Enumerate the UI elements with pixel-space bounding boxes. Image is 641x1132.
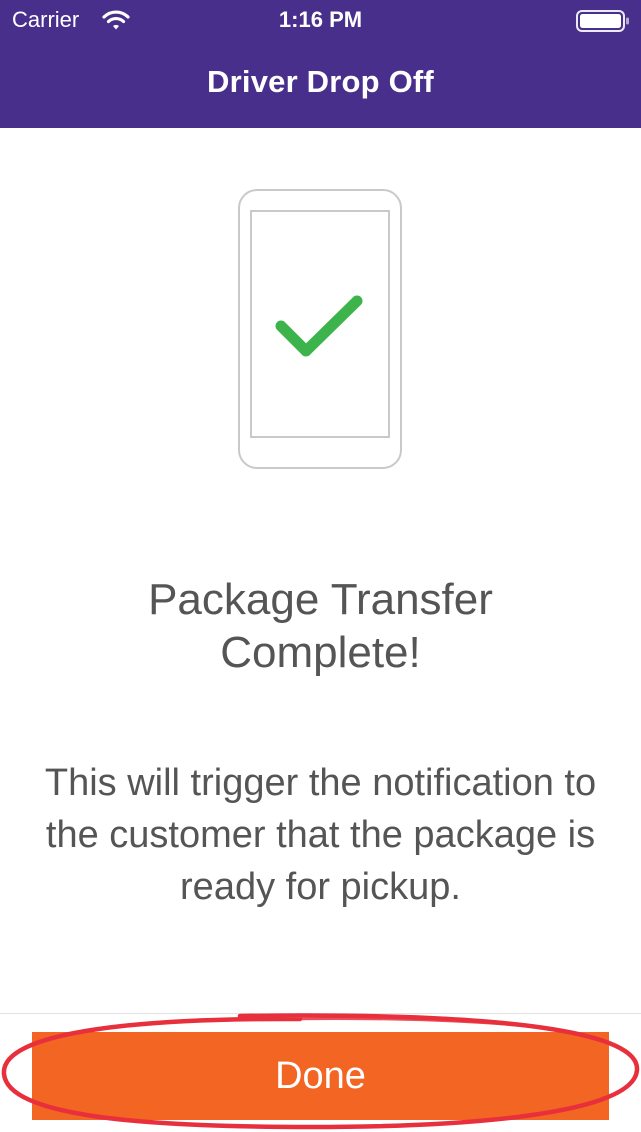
title-line-2: Complete! (220, 628, 421, 677)
notification-description: This will trigger the notification to th… (44, 762, 597, 908)
title-line-1: Package Transfer (148, 575, 493, 624)
done-button[interactable]: Done (32, 1032, 609, 1120)
transfer-complete-title: Package Transfer Complete! (0, 573, 641, 679)
divider (0, 1013, 641, 1014)
status-bar: Carrier 1:16 PM (0, 0, 641, 42)
battery-icon (576, 10, 629, 32)
status-time: 1:16 PM (278, 7, 363, 32)
page-title: Driver Drop Off (207, 64, 434, 99)
phone-checkmark-icon (238, 189, 402, 469)
nav-header: Carrier 1:16 PM Driver Drop Off (0, 0, 641, 128)
